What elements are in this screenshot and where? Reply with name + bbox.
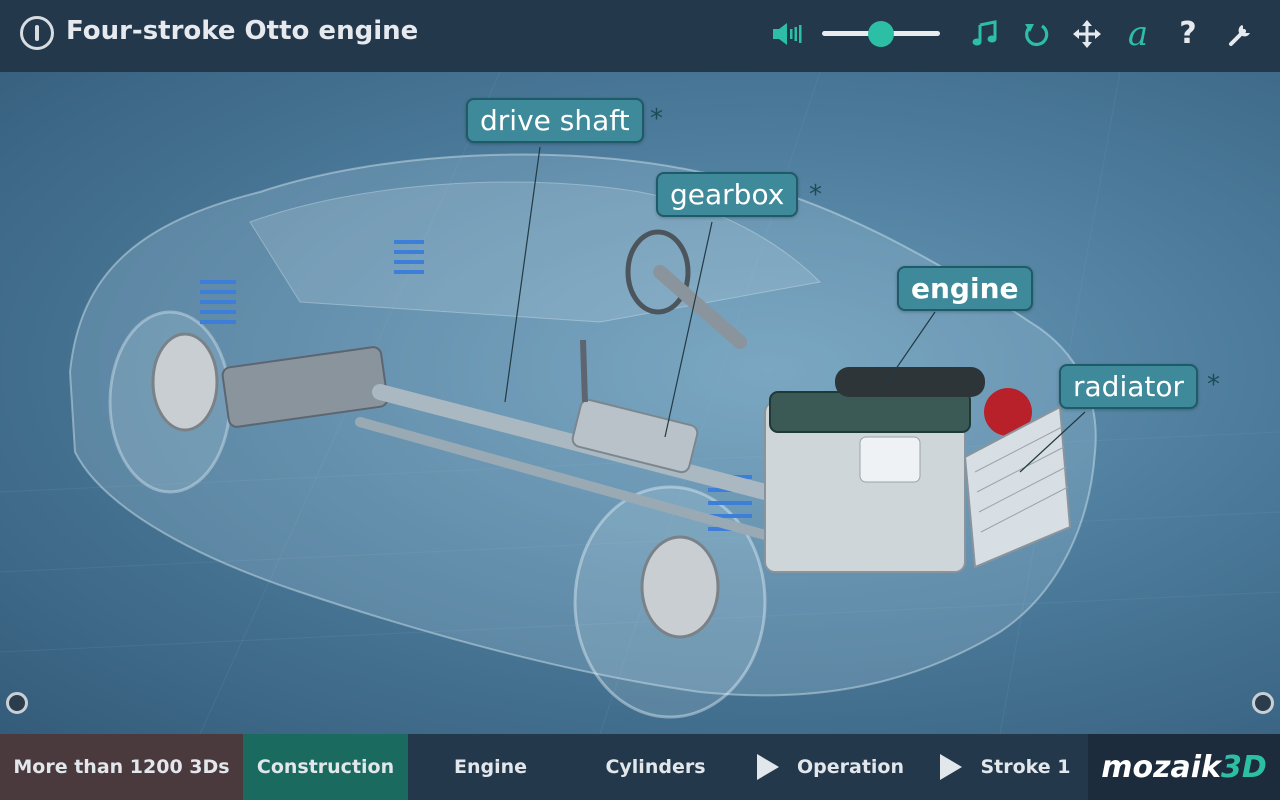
volume-slider[interactable] <box>822 21 940 47</box>
brand-part1: mozaik <box>1101 749 1222 785</box>
top-bar: Four-stroke Otto engine a ? <box>0 0 1280 72</box>
tab-operation-label: Operation <box>796 756 904 778</box>
speaker-icon[interactable] <box>772 20 804 48</box>
text-labels-icon[interactable]: a <box>1120 16 1156 52</box>
settings-wrench-icon[interactable] <box>1222 16 1258 52</box>
star-marker: * <box>809 180 822 210</box>
move-icon[interactable] <box>1069 16 1105 52</box>
mozaik3d-logo[interactable]: mozaik 3D <box>1088 734 1280 800</box>
reset-icon[interactable] <box>1018 16 1054 52</box>
volume-slider-knob[interactable] <box>868 21 894 47</box>
label-engine[interactable]: engine <box>897 266 1033 311</box>
page-title: Four-stroke Otto engine <box>66 16 419 46</box>
bottom-nav: More than 1200 3Ds Construction Engine C… <box>0 734 1280 800</box>
help-icon[interactable]: ? <box>1170 16 1206 52</box>
right-rotate-handle[interactable] <box>1252 692 1274 714</box>
play-icon <box>756 754 779 780</box>
tab-construction[interactable]: Construction <box>243 734 408 800</box>
tab-stroke-label: Stroke 1 <box>980 756 1071 778</box>
label-drive-shaft[interactable]: drive shaft <box>466 98 644 143</box>
music-icon[interactable] <box>967 16 1003 52</box>
tab-cylinders[interactable]: Cylinders <box>573 734 738 800</box>
power-icon[interactable] <box>20 16 54 50</box>
label-radiator[interactable]: radiator <box>1059 364 1199 409</box>
left-rotate-handle[interactable] <box>6 692 28 714</box>
more-3ds-button[interactable]: More than 1200 3Ds <box>0 734 243 800</box>
tab-stroke[interactable]: Stroke 1 <box>923 734 1088 800</box>
tab-operation[interactable]: Operation <box>738 734 923 800</box>
star-marker: * <box>650 104 663 134</box>
brand-part2: 3D <box>1221 749 1267 785</box>
label-gearbox[interactable]: gearbox <box>656 172 799 217</box>
play-icon <box>940 754 963 780</box>
star-marker: * <box>1207 370 1220 400</box>
tab-engine[interactable]: Engine <box>408 734 573 800</box>
3d-scene[interactable]: drive shaft * gearbox * engine radiator … <box>0 72 1280 734</box>
